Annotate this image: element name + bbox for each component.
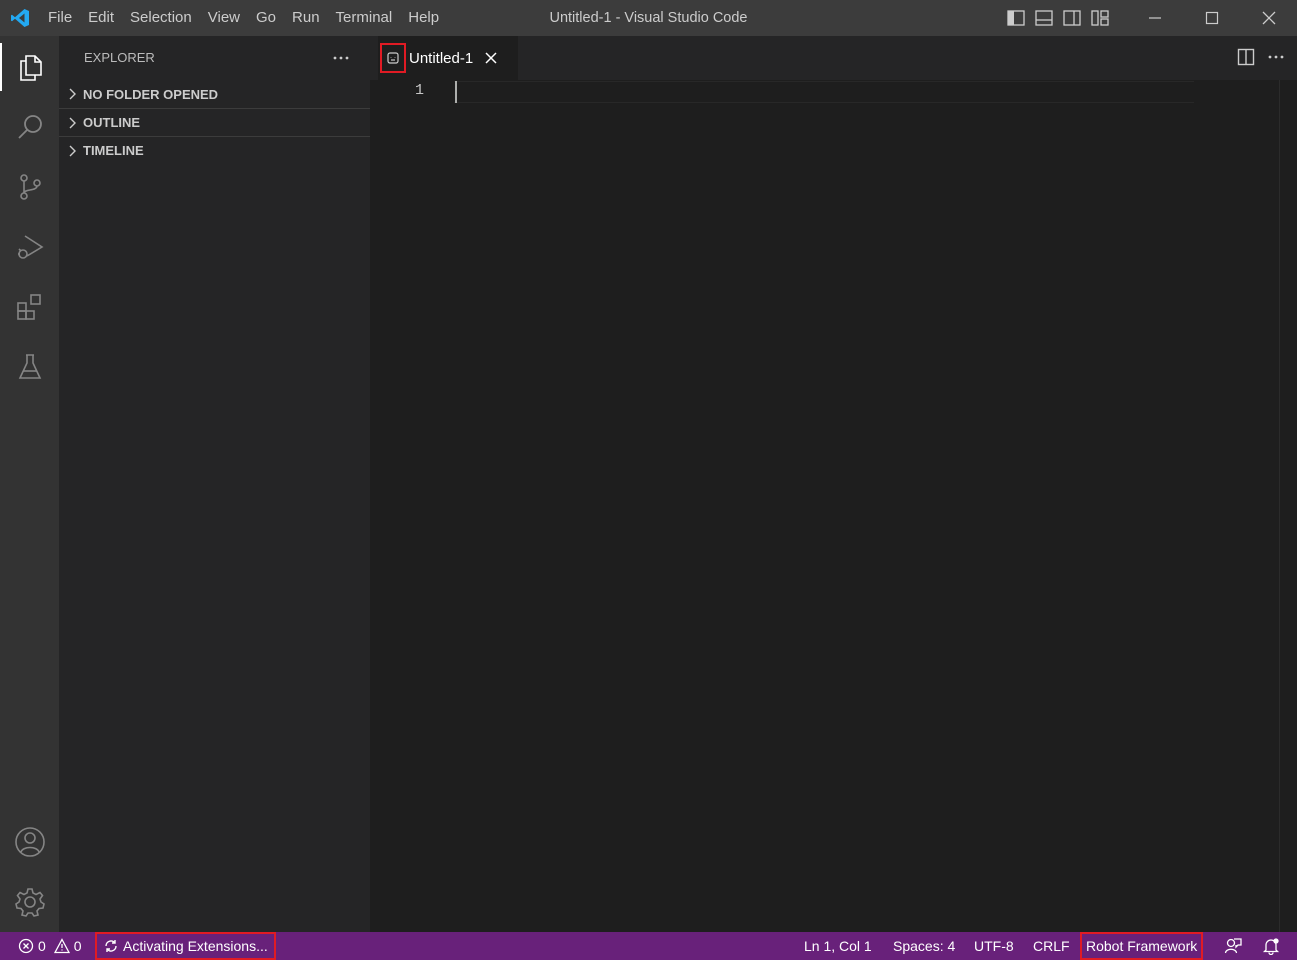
error-count: 0 — [38, 938, 46, 954]
section-label: OUTLINE — [83, 115, 141, 130]
menu-file[interactable]: File — [40, 0, 80, 36]
cursor-position[interactable]: Ln 1, Col 1 — [804, 932, 872, 960]
close-icon[interactable] — [1240, 0, 1297, 36]
text-cursor[interactable] — [455, 81, 457, 103]
activating-label: Activating Extensions... — [123, 938, 268, 954]
maximize-icon[interactable] — [1183, 0, 1240, 36]
tab-label: Untitled-1 — [409, 49, 474, 67]
menu-terminal[interactable]: Terminal — [328, 0, 401, 36]
menu-edit[interactable]: Edit — [80, 0, 122, 36]
run-debug-icon[interactable] — [0, 223, 59, 271]
warning-count: 0 — [73, 938, 82, 954]
language-label: Robot Framework — [1086, 938, 1198, 954]
error-icon — [18, 938, 34, 954]
chevron-right-icon — [59, 145, 83, 157]
robot-file-icon — [380, 43, 406, 73]
tab-close-icon[interactable] — [485, 52, 497, 64]
extensions-icon[interactable] — [0, 283, 59, 331]
status-bar: 0 0 Activating Extensions... Ln 1, Col 1… — [0, 932, 1297, 960]
manage-gear-icon[interactable] — [0, 878, 59, 926]
vscode-logo-icon — [0, 0, 40, 36]
more-actions-icon[interactable] — [332, 48, 350, 73]
section-label: NO FOLDER OPENED — [83, 86, 219, 102]
menu-view[interactable]: View — [200, 0, 248, 36]
testing-icon[interactable] — [0, 343, 59, 391]
section-no-folder-opened[interactable]: NO FOLDER OPENED — [59, 80, 370, 108]
section-label: TIMELINE — [83, 143, 144, 158]
minimize-icon[interactable] — [1126, 0, 1183, 36]
menu-help[interactable]: Help — [400, 0, 447, 36]
toggle-primary-sidebar-icon[interactable] — [1002, 0, 1030, 36]
warning-icon — [53, 938, 70, 954]
language-mode[interactable]: Robot Framework — [1080, 932, 1204, 960]
toggle-panel-icon[interactable] — [1030, 0, 1058, 36]
customize-layout-icon[interactable] — [1086, 0, 1114, 36]
menu-go[interactable]: Go — [248, 0, 284, 36]
editor-scrollbar[interactable] — [1279, 80, 1280, 932]
activating-extensions-status[interactable]: Activating Extensions... — [95, 932, 276, 960]
menu-selection[interactable]: Selection — [122, 0, 200, 36]
menu-bar: File Edit Selection View Go Run Terminal… — [40, 0, 447, 36]
encoding[interactable]: UTF-8 — [974, 932, 1014, 960]
toggle-secondary-sidebar-icon[interactable] — [1058, 0, 1086, 36]
explorer-icon[interactable] — [0, 43, 59, 91]
end-of-line[interactable]: CRLF — [1033, 932, 1070, 960]
indentation[interactable]: Spaces: 4 — [893, 932, 955, 960]
line-number: 1 — [414, 82, 424, 99]
problems-indicator[interactable]: 0 0 — [18, 932, 82, 960]
title-bar: File Edit Selection View Go Run Terminal… — [0, 0, 1297, 36]
current-line-highlight — [454, 81, 1194, 103]
editor-area: Untitled-1 1 — [370, 36, 1297, 932]
editor-more-actions-icon[interactable] — [1267, 48, 1285, 71]
section-outline[interactable]: OUTLINE — [59, 108, 370, 136]
activity-bar — [0, 36, 59, 932]
chevron-right-icon — [59, 88, 83, 100]
accounts-icon[interactable] — [0, 818, 59, 866]
sync-spin-icon — [105, 940, 117, 952]
chevron-right-icon — [59, 117, 83, 129]
source-control-icon[interactable] — [0, 163, 59, 211]
menu-run[interactable]: Run — [284, 0, 328, 36]
tab-bar: Untitled-1 — [370, 36, 1297, 80]
tab-untitled-1[interactable]: Untitled-1 — [378, 36, 518, 80]
explorer-sidebar: EXPLORER NO FOLDER OPENED OUTLINE TIMELI… — [59, 36, 370, 932]
search-icon[interactable] — [0, 103, 59, 151]
split-editor-icon[interactable] — [1237, 48, 1255, 71]
section-timeline[interactable]: TIMELINE — [59, 136, 370, 164]
sidebar-title: EXPLORER — [84, 50, 155, 65]
notifications-bell-icon[interactable] — [1262, 932, 1280, 960]
feedback-icon[interactable] — [1224, 932, 1242, 960]
